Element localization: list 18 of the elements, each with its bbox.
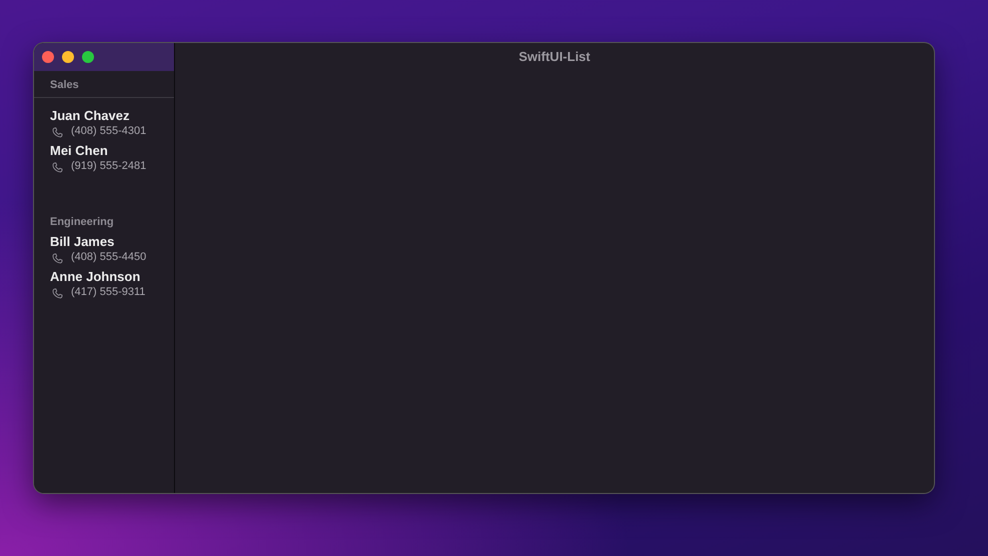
- section-header: Sales: [34, 71, 174, 98]
- contact-name[interactable]: Juan Chavez: [50, 108, 158, 124]
- phone-icon: [52, 288, 63, 299]
- window-title: SwiftUI-List: [518, 48, 590, 64]
- contact-name[interactable]: Bill James: [50, 234, 158, 250]
- phone-number: (408) 555-4450: [71, 251, 146, 264]
- phone-number: (408) 555-4301: [71, 125, 146, 138]
- phone-icon: [52, 162, 63, 173]
- contact-name[interactable]: Mei Chen: [50, 143, 158, 159]
- close-button[interactable]: [42, 51, 54, 63]
- phone-number: (919) 555-2481: [71, 160, 146, 173]
- phone-icon: [52, 253, 63, 264]
- phone-icon: [52, 127, 63, 138]
- contact-name[interactable]: Anne Johnson: [50, 269, 158, 285]
- phone-number: (417) 555-9311: [71, 286, 146, 299]
- minimize-button[interactable]: [62, 51, 74, 63]
- zoom-button[interactable]: [82, 51, 94, 63]
- section-header: Engineering: [49, 215, 115, 230]
